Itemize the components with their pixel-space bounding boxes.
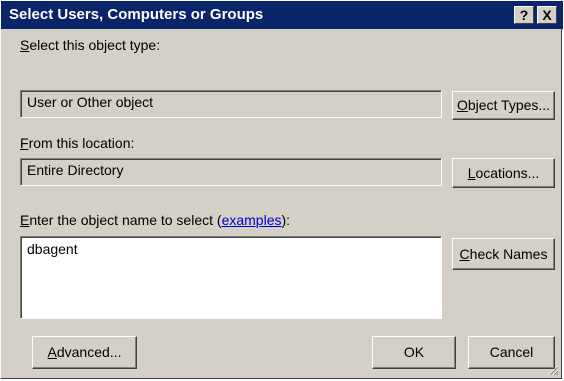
- close-button[interactable]: X: [537, 6, 557, 24]
- location-value: Entire Directory: [27, 162, 124, 178]
- select-users-dialog: Select Users, Computers or Groups ? X Se…: [0, 0, 563, 379]
- object-types-button[interactable]: Object Types...: [452, 91, 555, 120]
- window-title: Select Users, Computers or Groups: [9, 6, 264, 23]
- location-label: From this location:: [20, 135, 135, 151]
- object-name-value: dbagent: [27, 241, 78, 257]
- object-type-label: Select this object type:: [20, 37, 161, 53]
- cancel-button[interactable]: Cancel: [468, 336, 555, 369]
- resize-grip-icon[interactable]: [547, 364, 559, 376]
- object-name-label: Enter the object name to select (example…: [20, 212, 291, 228]
- title-bar[interactable]: Select Users, Computers or Groups ? X: [1, 1, 563, 29]
- advanced-button[interactable]: Advanced...: [32, 336, 137, 369]
- object-name-input[interactable]: dbagent: [20, 236, 442, 319]
- object-type-value: User or Other object: [27, 94, 154, 110]
- examples-link[interactable]: examples: [222, 212, 282, 228]
- locations-button[interactable]: Locations...: [452, 158, 555, 188]
- check-names-button[interactable]: Check Names: [452, 238, 555, 270]
- ok-button[interactable]: OK: [372, 336, 456, 369]
- help-button[interactable]: ?: [514, 6, 534, 24]
- object-type-field: User or Other object: [20, 90, 442, 118]
- location-field: Entire Directory: [20, 158, 442, 186]
